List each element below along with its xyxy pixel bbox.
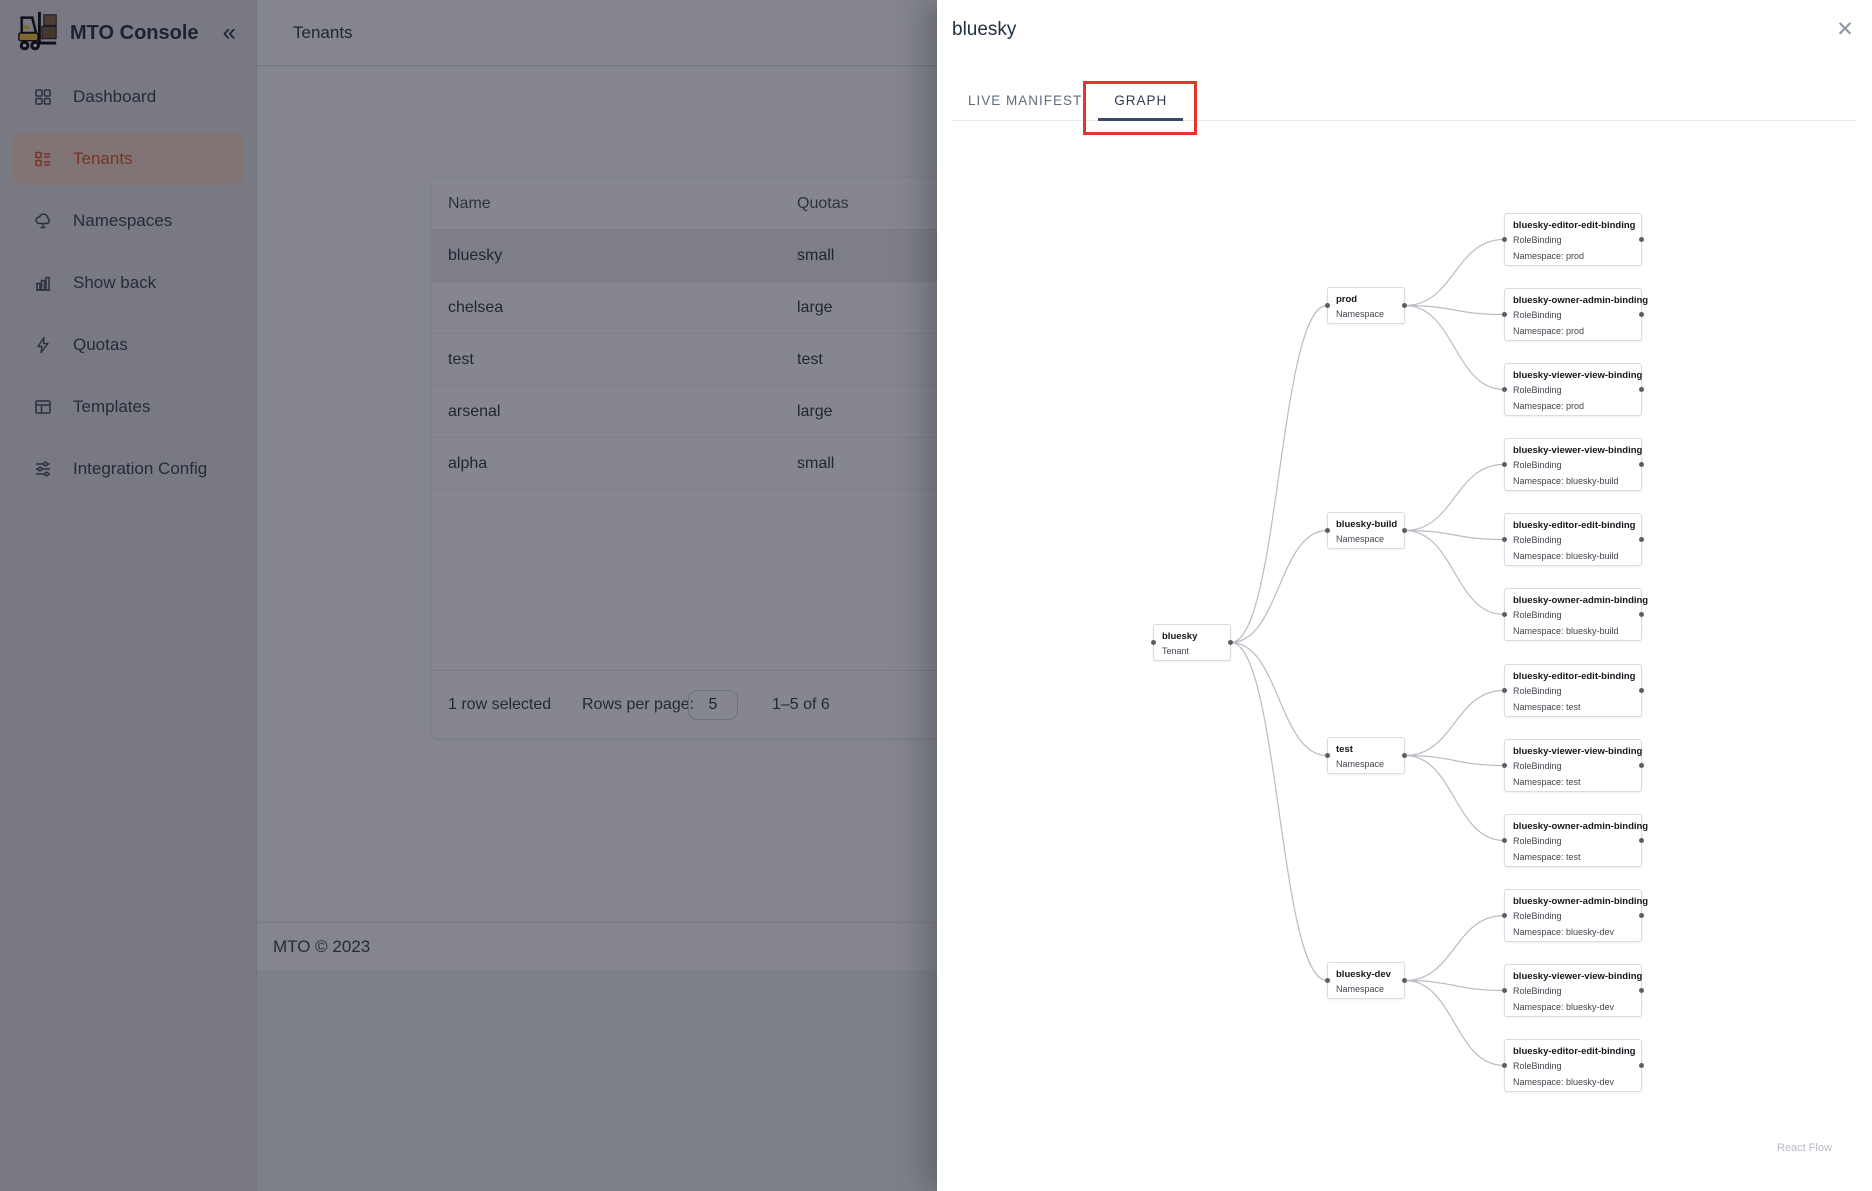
graph-edge <box>1231 643 1327 756</box>
graph-node-line: Namespace: bluesky-build <box>1513 549 1633 563</box>
graph-node-rb-4[interactable]: bluesky-viewer-view-binding RoleBinding Na… <box>1504 438 1642 491</box>
graph-node-rb-7[interactable]: bluesky-editor-edit-binding RoleBinding Na… <box>1504 664 1642 717</box>
graph-node-line: RoleBinding <box>1513 909 1633 923</box>
graph-node-line: Namespace: bluesky-dev <box>1513 925 1633 939</box>
graph-node-title: bluesky-editor-edit-binding <box>1513 520 1633 531</box>
graph-edge <box>1405 531 1504 615</box>
graph-node-line: RoleBinding <box>1513 608 1633 622</box>
graph-node-line: RoleBinding <box>1513 684 1633 698</box>
graph-node-title: bluesky-dev <box>1336 969 1396 980</box>
react-flow-attribution[interactable]: React Flow <box>1777 1142 1832 1154</box>
graph-node-rb-11[interactable]: bluesky-viewer-view-binding RoleBinding Na… <box>1504 964 1642 1017</box>
graph-node-title: bluesky-owner-admin-binding <box>1513 595 1633 606</box>
app-root: MTO Console « DashboardTenantsNamespaces… <box>0 0 1872 1191</box>
graph-node-line: Namespace: bluesky-dev <box>1513 1000 1633 1014</box>
graph-node-title: prod <box>1336 294 1396 305</box>
graph-node-title: bluesky-owner-admin-binding <box>1513 896 1633 907</box>
graph-edge <box>1405 306 1504 315</box>
graph-node-title: bluesky <box>1162 631 1222 642</box>
graph-edges <box>937 0 1872 1191</box>
graph-node-title: bluesky-viewer-view-binding <box>1513 746 1633 757</box>
graph-node-line: Namespace: prod <box>1513 249 1633 263</box>
graph-node-line: RoleBinding <box>1513 458 1633 472</box>
graph-node-title: bluesky-editor-edit-binding <box>1513 1046 1633 1057</box>
graph-edge <box>1405 756 1504 766</box>
graph-edge <box>1405 306 1504 390</box>
graph-edge <box>1405 916 1504 981</box>
graph-edge <box>1405 691 1504 756</box>
graph-node-rb-8[interactable]: bluesky-viewer-view-binding RoleBinding Na… <box>1504 739 1642 792</box>
graph-node-ns-build[interactable]: bluesky-build Namespace <box>1327 512 1405 549</box>
graph-node-ns-prod[interactable]: prod Namespace <box>1327 287 1405 324</box>
graph-edge <box>1405 531 1504 540</box>
graph-node-line: Tenant <box>1162 644 1222 658</box>
react-flow-graph: bluesky Tenant prod Namespace bluesky-build N… <box>937 0 1872 1191</box>
graph-node-title: bluesky-owner-admin-binding <box>1513 295 1633 306</box>
graph-edge <box>1405 756 1504 841</box>
graph-node-line: RoleBinding <box>1513 834 1633 848</box>
graph-node-line: Namespace <box>1336 307 1396 321</box>
graph-node-line: RoleBinding <box>1513 233 1633 247</box>
graph-node-title: bluesky-viewer-view-binding <box>1513 370 1633 381</box>
graph-edge <box>1405 981 1504 1066</box>
graph-node-line: Namespace: prod <box>1513 399 1633 413</box>
graph-node-line: Namespace: test <box>1513 700 1633 714</box>
graph-node-rb-9[interactable]: bluesky-owner-admin-binding RoleBinding Na… <box>1504 814 1642 867</box>
graph-node-line: RoleBinding <box>1513 533 1633 547</box>
graph-node-rb-3[interactable]: bluesky-viewer-view-binding RoleBinding Na… <box>1504 363 1642 416</box>
graph-node-title: bluesky-viewer-view-binding <box>1513 445 1633 456</box>
graph-edge <box>1231 643 1327 981</box>
graph-node-tenant[interactable]: bluesky Tenant <box>1153 624 1231 661</box>
graph-node-ns-test[interactable]: test Namespace <box>1327 737 1405 774</box>
graph-node-line: RoleBinding <box>1513 1059 1633 1073</box>
graph-node-line: Namespace <box>1336 532 1396 546</box>
graph-node-title: bluesky-editor-edit-binding <box>1513 220 1633 231</box>
graph-node-title: bluesky-editor-edit-binding <box>1513 671 1633 682</box>
graph-node-line: RoleBinding <box>1513 759 1633 773</box>
graph-node-line: Namespace: bluesky-build <box>1513 474 1633 488</box>
graph-node-line: Namespace: test <box>1513 775 1633 789</box>
graph-node-rb-6[interactable]: bluesky-owner-admin-binding RoleBinding Na… <box>1504 588 1642 641</box>
graph-node-line: Namespace: prod <box>1513 324 1633 338</box>
graph-node-title: bluesky-viewer-view-binding <box>1513 971 1633 982</box>
graph-edge <box>1405 240 1504 306</box>
graph-node-ns-dev[interactable]: bluesky-dev Namespace <box>1327 962 1405 999</box>
graph-node-rb-12[interactable]: bluesky-editor-edit-binding RoleBinding Na… <box>1504 1039 1642 1092</box>
graph-node-rb-5[interactable]: bluesky-editor-edit-binding RoleBinding Na… <box>1504 513 1642 566</box>
graph-node-line: Namespace <box>1336 757 1396 771</box>
graph-node-line: Namespace: test <box>1513 850 1633 864</box>
graph-node-line: Namespace <box>1336 982 1396 996</box>
graph-node-line: RoleBinding <box>1513 383 1633 397</box>
graph-node-line: RoleBinding <box>1513 308 1633 322</box>
graph-node-line: Namespace: bluesky-build <box>1513 624 1633 638</box>
graph-edge <box>1231 306 1327 643</box>
graph-node-line: RoleBinding <box>1513 984 1633 998</box>
graph-node-rb-2[interactable]: bluesky-owner-admin-binding RoleBinding Na… <box>1504 288 1642 341</box>
graph-node-title: bluesky-owner-admin-binding <box>1513 821 1633 832</box>
graph-edge <box>1405 465 1504 531</box>
graph-edge <box>1405 981 1504 991</box>
graph-node-line: Namespace: bluesky-dev <box>1513 1075 1633 1089</box>
graph-node-title: test <box>1336 744 1396 755</box>
graph-node-rb-1[interactable]: bluesky-editor-edit-binding RoleBinding Na… <box>1504 213 1642 266</box>
graph-node-rb-10[interactable]: bluesky-owner-admin-binding RoleBinding Na… <box>1504 889 1642 942</box>
backdrop-overlay[interactable] <box>0 0 937 1191</box>
tenant-detail-drawer: bluesky ✕ LIVE MANIFEST GRAPH blueskyTen… <box>937 0 1872 1191</box>
graph-node-title: bluesky-build <box>1336 519 1396 530</box>
graph-edge <box>1231 531 1327 643</box>
